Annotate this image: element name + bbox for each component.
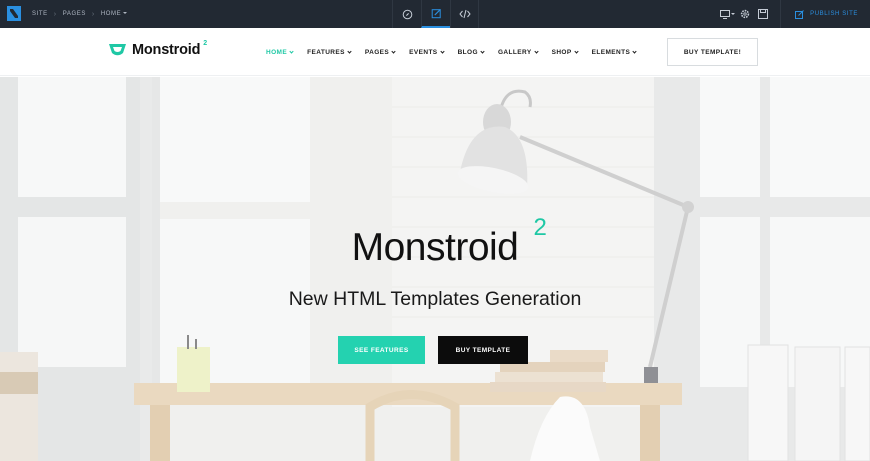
nav-item-home[interactable]: HOME [266, 48, 294, 56]
buy-template-button[interactable]: BUY TEMPLATE [438, 336, 528, 364]
hero-title: Monstroid 2 [0, 214, 870, 270]
publish-label: PUBLISH SITE [810, 11, 858, 17]
nav-item-gallery[interactable]: GALLERY [498, 48, 539, 56]
brand-logo[interactable]: Monstroid 2 [108, 39, 208, 58]
nav-item-elements[interactable]: ELEMENTS [592, 49, 637, 56]
hero-title-wrap: Monstroid 2 [351, 214, 547, 270]
breadcrumb-pages[interactable]: PAGES [63, 11, 86, 17]
chevron-down-icon [480, 48, 485, 54]
save-button[interactable] [754, 0, 772, 28]
buy-template-header-button[interactable]: BUY TEMPLATE! [667, 38, 758, 66]
monster-logo-icon [109, 44, 126, 56]
external-link-icon [795, 9, 804, 19]
compass-icon [402, 9, 412, 19]
chevron-down-icon [632, 48, 637, 54]
edit-icon [431, 8, 441, 18]
nav-item-blog[interactable]: BLOG [458, 48, 485, 56]
code-mode-button[interactable] [450, 0, 479, 28]
publish-site-button[interactable]: PUBLISH SITE [780, 0, 870, 28]
hero-title-text: Monstroid [351, 226, 519, 269]
breadcrumb-site[interactable]: SITE [32, 11, 48, 17]
brand-superscript: 2 [203, 39, 208, 47]
brand-name: Monstroid [132, 42, 201, 58]
breadcrumb: SITE › PAGES › HOME [32, 0, 128, 28]
chevron-down-icon [439, 48, 445, 54]
floppy-icon [758, 9, 769, 19]
mode-switcher [392, 0, 479, 28]
chevron-down-icon [533, 48, 539, 54]
nav-item-events[interactable]: EVENTS [409, 48, 445, 56]
breadcrumb-home[interactable]: HOME [101, 11, 128, 17]
see-features-button[interactable]: SEE FEATURES [338, 336, 425, 364]
settings-button[interactable] [736, 0, 754, 28]
nav-item-shop[interactable]: SHOP [552, 48, 579, 56]
caret-down-icon [123, 12, 128, 15]
preview-mode-button[interactable] [392, 0, 421, 28]
edit-mode-button[interactable] [421, 0, 450, 28]
builder-toolbar: SITE › PAGES › HOME PUBLISH SITE [0, 0, 870, 28]
chevron-down-icon [573, 48, 579, 54]
caret-down-icon [730, 13, 735, 15]
gear-icon [740, 9, 750, 19]
main-nav: HOME FEATURES PAGES EVENTS BLOG GALLERY … [266, 28, 637, 76]
nav-item-features[interactable]: FEATURES [307, 48, 352, 56]
hero-title-superscript: 2 [533, 214, 547, 241]
chevron-down-icon [289, 48, 294, 54]
breadcrumb-separator-icon: › [53, 10, 57, 18]
hero-subtitle: New HTML Templates Generation [288, 288, 582, 310]
chevron-down-icon [347, 48, 352, 54]
breadcrumb-separator-icon: › [91, 10, 95, 18]
desktop-icon [719, 9, 730, 19]
chevron-down-icon [391, 48, 396, 54]
builder-logo-icon[interactable] [7, 6, 21, 21]
builder-right-tools: PUBLISH SITE [718, 0, 870, 28]
device-preview-button[interactable] [718, 0, 736, 28]
hero-section: Monstroid 2 New HTML Templates Generatio… [0, 77, 870, 461]
nav-item-pages[interactable]: PAGES [365, 48, 396, 56]
site-header: Monstroid 2 HOME FEATURES PAGES EVENTS B… [0, 28, 870, 76]
code-icon [458, 9, 471, 19]
